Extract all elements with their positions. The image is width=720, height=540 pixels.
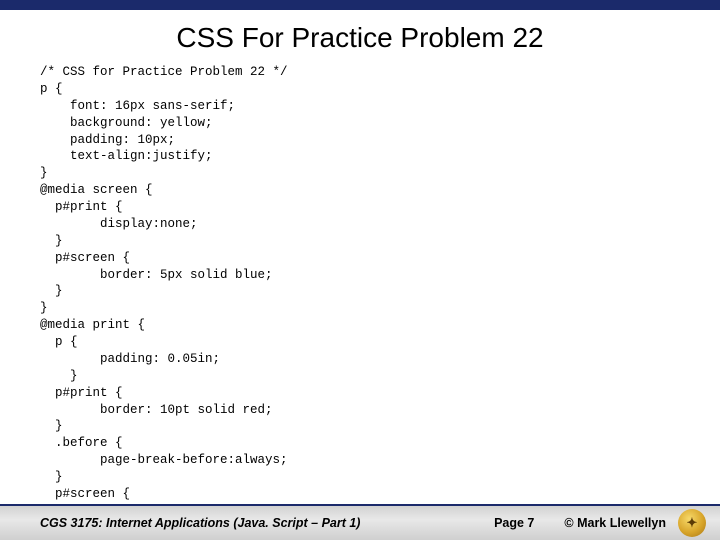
code-block: /* CSS for Practice Problem 22 */ p { fo… — [40, 64, 720, 540]
ucf-logo-letter: ✦ — [687, 515, 698, 531]
footer-bar: CGS 3175: Internet Applications (Java. S… — [0, 504, 720, 540]
ucf-logo-icon: ✦ — [678, 509, 706, 537]
copyright-label: © Mark Llewellyn — [564, 516, 666, 530]
course-label: CGS 3175: Internet Applications (Java. S… — [40, 516, 360, 530]
top-accent-bar — [0, 0, 720, 10]
slide-title: CSS For Practice Problem 22 — [0, 22, 720, 54]
page-number: Page 7 — [494, 516, 534, 530]
slide: CSS For Practice Problem 22 /* CSS for P… — [0, 0, 720, 540]
